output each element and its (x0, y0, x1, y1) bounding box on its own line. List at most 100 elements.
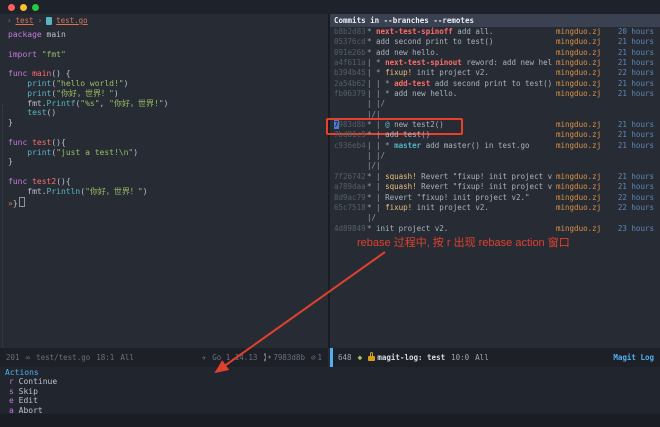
commit-subject (381, 110, 556, 120)
commit-hash (334, 151, 367, 161)
commit-age: 21 hours (606, 89, 660, 99)
breadcrumb-file[interactable]: test.go (56, 16, 88, 25)
editor-cursor (19, 197, 25, 207)
commit-row[interactable]: 65c7518* | fixup! init project v2.mingdu… (330, 203, 660, 213)
commit-age: 20 hours (606, 27, 660, 37)
commit-subject: fixup! init project v2. (385, 68, 556, 78)
commit-subject: add-test add second print to test() (394, 79, 556, 89)
commit-row[interactable]: | |/ (330, 99, 660, 109)
commit-subject: squash! Revert "fixup! init project v (385, 172, 556, 182)
commit-subject: add new hello. (394, 89, 556, 99)
action-item-skip[interactable]: s Skip (0, 387, 660, 396)
breadcrumb: › test › test.go (0, 14, 328, 27)
commit-hash: 65c7518 (334, 203, 367, 213)
commit-author: mingduo.zj (556, 182, 606, 192)
commit-row[interactable]: 091e26b* add new hello.mingduo.zj21 hour… (330, 48, 660, 58)
modeline-scroll-indicator: All (120, 353, 134, 362)
commit-author: mingduo.zj (556, 48, 606, 58)
go-version: Go 1.14.13 (212, 353, 257, 362)
commit-row[interactable]: c936eb4| | * master add master() in test… (330, 141, 660, 151)
commit-hash: 2a54b62 (334, 79, 367, 89)
modeline-scroll-indicator: All (475, 353, 489, 362)
commit-author: mingduo.zj (556, 172, 606, 182)
commit-subject: master add master() in test.go (394, 141, 556, 151)
major-mode-label: Magit Log (613, 353, 654, 362)
commit-row[interactable]: 7983d8b* | @ new test2()mingduo.zj21 hou… (330, 120, 660, 130)
commit-age: 21 hours (606, 37, 660, 47)
emacs-window: › test › test.go package main import "fm… (0, 0, 660, 427)
commit-subject (385, 151, 556, 161)
zoom-button[interactable] (32, 4, 39, 11)
commit-row[interactable]: a789daa* | squash! Revert "fixup! init p… (330, 182, 660, 192)
commit-author: mingduo.zj (556, 58, 606, 68)
go-file-icon (46, 17, 52, 25)
code-buffer: package main import "fmt" func main() { … (0, 27, 328, 206)
action-item-edit[interactable]: e Edit (0, 396, 660, 405)
commit-row[interactable]: 05376cd* add second print to test()mingd… (330, 37, 660, 47)
commit-row[interactable]: b8b2d83* next-test-spinoff add all.mingd… (330, 27, 660, 37)
active-window-bar (330, 348, 333, 367)
minimize-button[interactable] (20, 4, 27, 11)
modeline-editor: 201 ∞ test/test.go 18:1 All ✈ Go 1.14.13… (0, 348, 328, 367)
commit-subject: init project v2. (376, 224, 556, 234)
git-branch-icon (263, 353, 271, 362)
titlebar (0, 0, 660, 14)
commit-author (556, 99, 606, 109)
commit-row[interactable]: |/ (330, 213, 660, 223)
commit-hash: a4f611a (334, 58, 367, 68)
commit-author: mingduo.zj (556, 120, 606, 130)
commit-age: 22 hours (606, 193, 660, 203)
commit-subject: squash! Revert "fixup! init project v (385, 182, 556, 192)
commit-row[interactable]: | |/ (330, 151, 660, 161)
commit-hash (334, 161, 367, 171)
commit-author (556, 110, 606, 120)
commit-row[interactable]: a4f611a| * next-test-spinout reword: add… (330, 58, 660, 68)
code-line: fmt.Println("你好，世界！") (8, 187, 328, 197)
commit-subject (376, 213, 556, 223)
commit-author: mingduo.zj (556, 141, 606, 151)
flycheck-issues-count: 1 (317, 353, 322, 362)
commit-hash (334, 213, 367, 223)
code-line: import "fmt" (8, 50, 328, 60)
commit-row[interactable]: b394b45| * fixup! init project v2.mingdu… (330, 68, 660, 78)
commit-author (556, 161, 606, 171)
commit-row[interactable]: 7bd81c9* | add test()mingduo.zj21 hours (330, 130, 660, 140)
code-line: print("你好，世界！") (8, 89, 328, 99)
commit-row[interactable]: |/| (330, 110, 660, 120)
code-line: func main() { (8, 69, 328, 79)
commit-hash: 4d89849 (334, 224, 367, 234)
commit-author: mingduo.zj (556, 37, 606, 47)
commit-age: 21 hours (606, 141, 660, 151)
commit-row[interactable]: 7f26742* | squash! Revert "fixup! init p… (330, 172, 660, 182)
code-editor-pane[interactable]: › test › test.go package main import "fm… (0, 14, 328, 348)
code-line: fmt.Printf("%s", "你好，世界!") (8, 99, 328, 109)
go-mode-icon: ✈ (202, 353, 207, 362)
code-line: print("just a test!\n") (8, 148, 328, 158)
read-only-lock-icon (368, 356, 375, 361)
commit-row[interactable]: |/| (330, 161, 660, 171)
action-item-continue[interactable]: r Continue (0, 377, 660, 386)
close-button[interactable] (8, 4, 15, 11)
actions-header: Actions (0, 368, 660, 377)
modeline-cursor-position: 10:0 (451, 353, 469, 362)
code-line (8, 40, 328, 50)
code-line: func test2(){ (8, 177, 328, 187)
commit-age: 21 hours (606, 48, 660, 58)
code-line: print("hello world!") (8, 79, 328, 89)
commit-row[interactable]: 4d89849* init project v2.mingduo.zj23 ho… (330, 224, 660, 234)
commit-hash: 7f26742 (334, 172, 367, 182)
commit-row[interactable]: 2a54b62| | * add-test add second print t… (330, 79, 660, 89)
commit-hash (334, 110, 367, 120)
commit-author: mingduo.zj (556, 79, 606, 89)
commit-hash: b394b45 (334, 68, 367, 78)
magit-log-pane[interactable]: Commits in --branches --remotes b8b2d83*… (330, 14, 660, 348)
commit-author: mingduo.zj (556, 27, 606, 37)
commit-row[interactable]: 8d9ac79* | Revert "fixup! init project v… (330, 193, 660, 203)
commit-row[interactable]: fb06379| | * add new hello.mingduo.zj21 … (330, 89, 660, 99)
commit-hash (334, 99, 367, 109)
code-line: } (8, 118, 328, 128)
commit-subject (385, 99, 556, 109)
code-line: package main (8, 30, 328, 40)
breadcrumb-folder[interactable]: test (16, 16, 34, 25)
code-line: } (8, 157, 328, 167)
